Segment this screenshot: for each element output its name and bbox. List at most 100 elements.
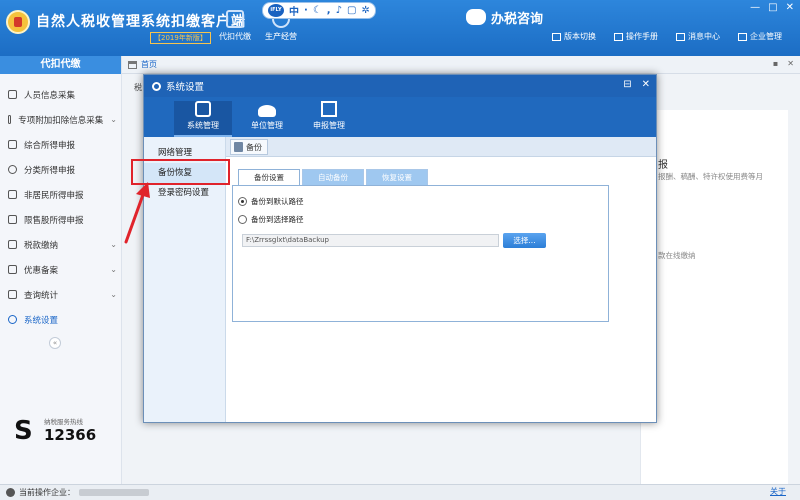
- annotation-arrow: [124, 182, 150, 244]
- company-name-redacted: [79, 489, 149, 496]
- tab-backup-settings[interactable]: 备份设置: [238, 169, 300, 186]
- bar-icon: [8, 215, 17, 224]
- dialog-toolbar: 备份: [226, 137, 656, 157]
- system-settings-dialog: 系统设置 ⊟ ✕ 系统管理 单位管理 申报管理 网络管理 备份恢复 登录密码设置…: [143, 74, 657, 423]
- users-icon: [258, 105, 276, 117]
- radio-button[interactable]: [238, 196, 247, 206]
- sidebar-collapse-button[interactable]: «: [49, 337, 61, 349]
- version-switch-link[interactable]: 版本切换: [552, 31, 596, 42]
- window-controls: — □ ✕: [750, 2, 794, 13]
- company-management-link[interactable]: 企业管理: [738, 31, 782, 42]
- sidebar-item-query-statistics[interactable]: 查询统计 ⌄: [0, 282, 121, 307]
- minimize-button[interactable]: —: [750, 2, 760, 13]
- ime-toolbar[interactable]: iFLY 中 · ☾ , ♪ ▢ ✲: [262, 2, 376, 19]
- comma-icon[interactable]: ,: [327, 5, 331, 16]
- sidebar-item-personnel-info[interactable]: 人员信息采集: [0, 82, 121, 107]
- moon-icon[interactable]: ☾: [313, 5, 322, 16]
- top-links: 版本切换 操作手册 消息中心 企业管理: [552, 31, 782, 42]
- close-button[interactable]: ✕: [786, 2, 794, 13]
- building-icon: [738, 32, 747, 41]
- hotline-number: 12366: [44, 426, 97, 444]
- consult-button[interactable]: 办税咨询: [466, 6, 543, 28]
- user-icon: [6, 488, 15, 497]
- app-header: 自然人税收管理系统扣缴客户端 【2019年新版】 代扣代缴 生产经营 iFLY …: [0, 0, 800, 56]
- manual-icon: [614, 32, 623, 41]
- radio-default-path[interactable]: 备份到默认路径: [238, 194, 304, 208]
- chevron-down-icon: ⌄: [110, 290, 117, 299]
- hotline-label: 纳税服务热线: [44, 418, 83, 426]
- background-description: 报酬、稿酬、特许权使用费等月: [658, 172, 763, 181]
- pie-icon: [8, 165, 17, 174]
- tab-controls: ▪ ✕: [773, 59, 794, 68]
- dialog-maximize-button[interactable]: ⊟: [623, 79, 631, 90]
- hotline-logo: S: [14, 416, 33, 446]
- breadcrumb-home[interactable]: 首页: [141, 59, 157, 70]
- breadcrumb: 首页: [122, 56, 800, 74]
- switch-icon: [552, 32, 561, 41]
- chevron-down-icon: ⌄: [110, 265, 117, 274]
- tax-emblem-logo: [6, 10, 30, 34]
- chevron-down-icon: ⌄: [110, 240, 117, 249]
- ime-logo: iFLY: [268, 4, 284, 17]
- briefcase-icon: [226, 10, 244, 28]
- radio-button[interactable]: [238, 214, 247, 224]
- backup-path-field[interactable]: F:\Zrrssglxt\dataBackup: [242, 234, 499, 247]
- background-tab-text: 税: [134, 83, 142, 92]
- background-description-2: 款在线缴纳: [658, 251, 696, 260]
- sidebar-item-comprehensive-income[interactable]: 综合所得申报: [0, 132, 121, 157]
- status-bar: 当前操作企业：: [0, 484, 800, 500]
- tool-withholding[interactable]: 代扣代缴: [212, 10, 258, 42]
- tab-close-button[interactable]: ✕: [787, 59, 794, 68]
- chat-bubble-icon: [466, 9, 486, 25]
- sidebar-item-system-settings[interactable]: 系统设置: [0, 307, 121, 332]
- dialog-close-button[interactable]: ✕: [642, 79, 650, 90]
- current-company-label: 当前操作企业：: [19, 488, 75, 497]
- tab-system-management[interactable]: 系统管理: [174, 101, 232, 137]
- gear-icon: [152, 81, 161, 91]
- lock-icon: [195, 101, 211, 117]
- sidebar-item-classified-income[interactable]: 分类所得申报: [0, 157, 121, 182]
- user-icon: [8, 190, 17, 199]
- microphone-icon[interactable]: ♪: [336, 5, 342, 16]
- chevron-down-icon: ⌄: [110, 115, 117, 124]
- tab-restore-settings[interactable]: 恢复设置: [366, 169, 428, 185]
- backup-tab[interactable]: 备份: [230, 139, 268, 155]
- person-icon: [8, 90, 17, 99]
- home-icon[interactable]: [128, 60, 137, 69]
- sidebar-item-restricted-stock[interactable]: 限售股所得申报: [0, 207, 121, 232]
- folder-icon: [8, 265, 17, 274]
- search-doc-icon: [8, 290, 17, 299]
- backup-icon: [234, 142, 243, 152]
- dialog-top-nav: 系统管理 单位管理 申报管理: [144, 97, 656, 137]
- gear-icon: [8, 315, 17, 324]
- mail-icon: [676, 32, 685, 41]
- select-path-button[interactable]: 选择...: [503, 233, 546, 248]
- dialog-title: 系统设置: [166, 82, 205, 93]
- folder-icon: [8, 240, 17, 249]
- clipboard-icon[interactable]: ▢: [347, 5, 356, 16]
- dialog-controls: ⊟ ✕: [623, 79, 650, 90]
- grid-icon: [8, 115, 12, 124]
- message-center-link[interactable]: 消息中心: [676, 31, 720, 42]
- radio-selected-path[interactable]: 备份到选择路径: [238, 212, 304, 226]
- sidebar-item-nonresident-income[interactable]: 非居民所得申报: [0, 182, 121, 207]
- background-heading: 报: [658, 160, 668, 171]
- settings-icon[interactable]: ✲: [361, 5, 369, 16]
- tab-auto-backup[interactable]: 自动备份: [302, 169, 364, 185]
- layers-icon: [8, 140, 17, 149]
- sidebar-item-tax-payment[interactable]: 税款缴纳 ⌄: [0, 232, 121, 257]
- sidebar-title: 代扣代缴: [0, 56, 121, 74]
- maximize-button[interactable]: □: [768, 2, 777, 13]
- version-badge: 【2019年新版】: [150, 32, 211, 44]
- dialog-titlebar[interactable]: 系统设置: [144, 75, 656, 97]
- punctuation-icon[interactable]: ·: [304, 5, 308, 16]
- sidebar-item-special-deduction[interactable]: 专项附加扣除信息采集 ⌄: [0, 107, 121, 132]
- edit-icon: [321, 101, 337, 117]
- manual-link[interactable]: 操作手册: [614, 31, 658, 42]
- tab-restore-button[interactable]: ▪: [773, 59, 778, 68]
- about-link[interactable]: 关于: [770, 486, 786, 497]
- sidebar-item-preferential-filing[interactable]: 优惠备案 ⌄: [0, 257, 121, 282]
- tab-unit-management[interactable]: 单位管理: [238, 101, 296, 137]
- ime-mode[interactable]: 中: [289, 3, 299, 18]
- tab-declaration-management[interactable]: 申报管理: [300, 101, 358, 137]
